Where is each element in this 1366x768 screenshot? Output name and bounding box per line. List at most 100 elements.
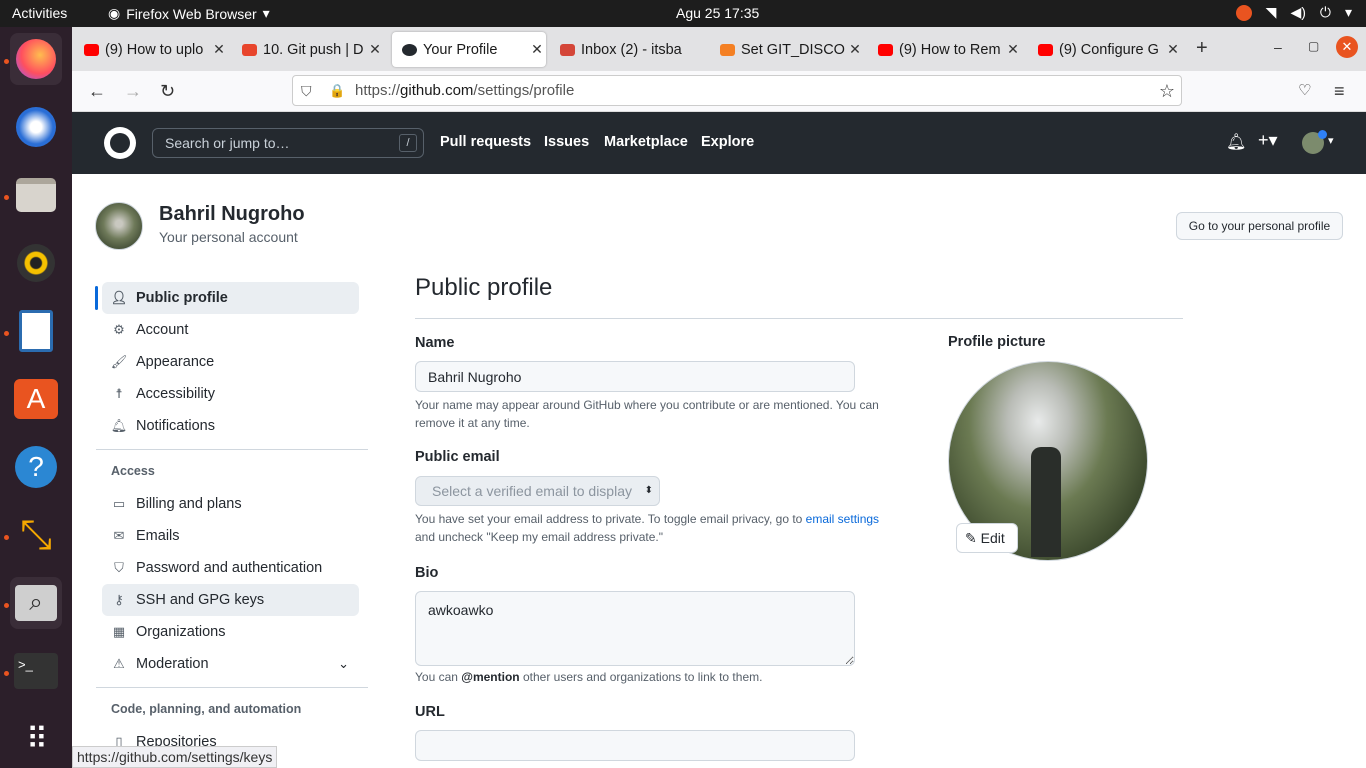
public-email-select[interactable]: Select a verified email to display ⬍ <box>415 476 660 506</box>
github-logo-icon[interactable] <box>104 127 136 159</box>
help-icon[interactable]: ? <box>10 441 62 493</box>
app-indicator-icon[interactable] <box>1235 4 1252 21</box>
gmail-icon <box>560 43 575 56</box>
nav-marketplace[interactable]: Marketplace <box>604 134 688 150</box>
power-icon[interactable]: ⏻ <box>1320 4 1331 21</box>
page-title: Public profile <box>415 274 553 301</box>
activities-button[interactable]: Activities <box>12 5 67 21</box>
create-new-plus-icon[interactable]: +▾ <box>1258 130 1278 151</box>
bio-note: You can @mention other users and organiz… <box>415 670 763 684</box>
reload-icon[interactable]: ↻ <box>160 81 175 102</box>
sidebar-item-ssh-gpg[interactable]: ⚷ SSH and GPG keys <box>102 584 359 616</box>
url-field[interactable] <box>415 730 855 761</box>
browser-tab-active[interactable]: Your Profile ✕ <box>392 32 546 67</box>
bio-textarea[interactable]: awkoawko <box>415 591 855 666</box>
lock-icon[interactable]: 🔒 <box>329 76 345 106</box>
app-menu[interactable]: ◉ Firefox Web Browser ▾ <box>108 5 270 22</box>
gear-icon: ⚙ <box>113 322 125 337</box>
bell-icon[interactable]: 🔔︎ <box>1226 132 1246 152</box>
back-icon[interactable]: ← <box>88 81 106 102</box>
sidebar-item-public-profile[interactable]: 👤︎ Public profile <box>102 282 359 314</box>
bio-label: Bio <box>415 565 439 581</box>
report-icon: ⚠ <box>113 656 125 671</box>
files-icon[interactable] <box>10 169 62 221</box>
sidebar-item-moderation[interactable]: ⚠ Moderation ⌄ <box>102 648 359 680</box>
wifi-icon[interactable]: ◥ <box>1266 4 1277 21</box>
libreoffice-writer-icon[interactable] <box>10 305 62 357</box>
bookmark-star-icon[interactable]: ☆ <box>1159 76 1175 106</box>
name-label: Name <box>415 335 455 351</box>
close-icon[interactable]: ✕ <box>846 41 864 58</box>
sidebar-item-notifications[interactable]: 🔔︎ Notifications <box>102 410 359 442</box>
browser-tab[interactable]: (9) How to Rem ✕ <box>868 32 1022 67</box>
forward-icon[interactable]: → <box>124 81 142 102</box>
sidebar-item-billing[interactable]: ▭ Billing and plans <box>102 488 359 520</box>
url-prefix: https:// <box>355 82 401 99</box>
select-arrows-icon: ⬍ <box>644 485 653 496</box>
go-to-profile-button[interactable]: Go to your personal profile <box>1176 212 1343 240</box>
hamburger-menu-icon[interactable]: ≡ <box>1334 81 1345 102</box>
dock: A ? ⤡ ⌕ >_ ⠿ <box>0 27 72 768</box>
name-field[interactable] <box>415 361 855 392</box>
close-icon[interactable]: ✕ <box>210 41 228 58</box>
chevron-down-icon[interactable]: ⌄ <box>338 656 349 672</box>
browser-tab[interactable]: 10. Git push | D ✕ <box>232 32 384 67</box>
close-icon[interactable]: ✕ <box>1004 41 1022 58</box>
remote-desktop-icon[interactable]: ⤡ <box>10 509 62 561</box>
browser-tab[interactable]: Inbox (2) - itsba <box>550 32 704 67</box>
account-name[interactable]: Bahril Nugroho <box>159 203 305 226</box>
sidebar-item-password[interactable]: ⛉ Password and authentication <box>102 552 359 584</box>
name-note: Your name may appear around GitHub where… <box>415 398 879 430</box>
avatar[interactable] <box>95 202 143 250</box>
github-header: Search or jump to… / Pull requests Issues… <box>72 112 1366 174</box>
close-icon[interactable]: ✕ <box>1164 41 1182 58</box>
profile-picture-label: Profile picture <box>948 334 1046 350</box>
bell-icon: 🔔︎ <box>110 418 128 433</box>
close-icon[interactable]: ✕ <box>366 41 384 58</box>
organization-icon: ▦ <box>112 624 126 639</box>
browser-tab[interactable]: (9) Configure G ✕ <box>1028 32 1182 67</box>
chevron-down-icon[interactable]: ▾ <box>1345 4 1352 21</box>
settings-page: Bahril Nugroho Your personal account Go … <box>72 174 1366 768</box>
sidebar-divider <box>96 449 368 450</box>
terminal-icon[interactable]: >_ <box>10 645 62 697</box>
browser-tab[interactable]: (9) How to uplo ✕ <box>74 32 228 67</box>
show-applications-icon[interactable]: ⠿ <box>10 713 62 765</box>
email-settings-link[interactable]: email settings <box>806 512 879 526</box>
volume-icon[interactable]: ◀) <box>1290 4 1305 21</box>
sidebar-item-appearance[interactable]: 🖌︎ Appearance <box>102 346 359 378</box>
sidebar-item-emails[interactable]: ✉ Emails <box>102 520 359 552</box>
github-search-input[interactable]: Search or jump to… / <box>152 128 424 158</box>
person-silhouette <box>1031 447 1061 557</box>
new-tab-icon[interactable]: + <box>1196 37 1208 60</box>
nav-pull-requests[interactable]: Pull requests <box>440 134 531 150</box>
thunderbird-icon[interactable] <box>10 101 62 153</box>
clock[interactable]: Agu 25 17:35 <box>676 5 759 21</box>
screenshot-magnifier-icon[interactable]: ⌕ <box>10 577 62 629</box>
status-dot <box>1318 130 1327 139</box>
firefox-dock-icon[interactable] <box>10 33 62 85</box>
accessibility-icon: ☨ <box>115 386 123 401</box>
address-bar[interactable]: ⛉ 🔒 https://github.com/settings/profile … <box>292 75 1182 106</box>
close-icon[interactable]: ✕ <box>528 41 546 58</box>
shield-icon[interactable]: ⛉ <box>301 76 312 106</box>
nav-issues[interactable]: Issues <box>544 134 589 150</box>
browser-nav-bar: ← → ↻ ⛉ 🔒 https://github.com/settings/pr… <box>72 71 1366 112</box>
software-center-icon[interactable]: A <box>10 373 62 425</box>
system-tray[interactable]: ◥ ◀) ⏻ ▾ <box>1235 4 1352 21</box>
minimize-icon[interactable]: – <box>1274 39 1282 55</box>
edit-picture-button[interactable]: ✎ Edit <box>956 523 1018 553</box>
url-host: github.com <box>400 82 474 99</box>
nav-explore[interactable]: Explore <box>701 134 754 150</box>
sidebar-item-accessibility[interactable]: ☨ Accessibility <box>102 378 359 410</box>
chevron-down-icon[interactable]: ▾ <box>1328 134 1334 147</box>
sidebar-item-organizations[interactable]: ▦ Organizations <box>102 616 359 648</box>
system-top-bar: Activities ◉ Firefox Web Browser ▾ Agu 2… <box>0 0 1366 27</box>
youtube-icon <box>84 43 99 56</box>
sidebar-item-account[interactable]: ⚙ Account <box>102 314 359 346</box>
window-close-icon[interactable]: ✕ <box>1336 36 1358 58</box>
maximize-icon[interactable]: ▢ <box>1308 39 1319 53</box>
pocket-icon[interactable]: ♡ <box>1298 81 1311 99</box>
browser-tab[interactable]: Set GIT_DISCO ✕ <box>710 32 864 67</box>
rhythmbox-icon[interactable] <box>10 237 62 289</box>
